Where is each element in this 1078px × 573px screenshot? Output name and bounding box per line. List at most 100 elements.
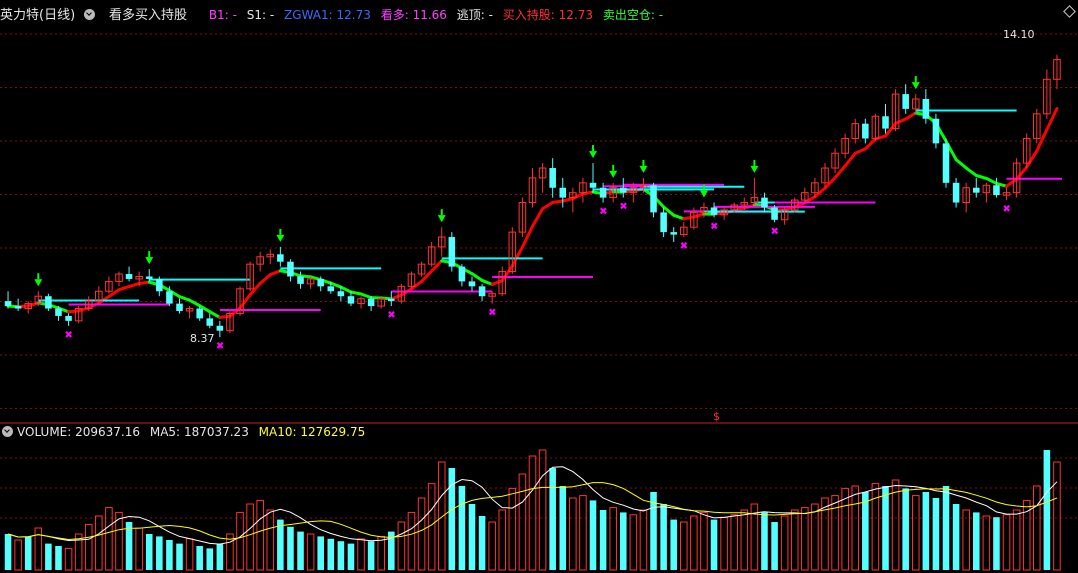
mairu-label: 买入持股: [502,8,555,22]
sell-arrow-icon [911,82,920,90]
candle-body [619,187,627,193]
volume-bar [337,541,345,570]
candle-body [55,308,62,316]
candle-body [902,94,909,109]
volume-bar [902,488,909,570]
volume-bar [417,497,426,571]
volume-bar [1033,485,1041,571]
volume-bar [720,516,728,571]
kline-chart[interactable]: ✖ ✖ ✖ ✖ ✖ ✖ ✖ ✖ ✖ ✖ 14.10 8.37 $ [0,0,1078,573]
volume-bar [498,509,507,571]
candle-body [347,296,355,304]
candle-body [166,291,173,304]
trend-line-segment [551,199,565,204]
volume-bar [730,514,738,571]
volume-bar [740,509,749,571]
volume-bar [710,519,718,570]
buy-cross-icon: ✖ [65,330,73,341]
trend-line-segment [178,295,192,302]
trend-line-segment [1045,107,1059,132]
ma10-value: 127629.75 [300,425,366,439]
volume-bar [4,534,12,570]
volume-bar [216,543,224,570]
dollar-marker: $ [713,410,720,423]
volume-bar [619,512,627,570]
volume-dropdown-icon[interactable] [2,426,13,437]
trend-line-segment [107,288,121,298]
candle-body [176,303,183,311]
candle-body [922,99,930,119]
trend-line-segment [974,173,988,180]
stock-title[interactable]: 英力特(日线) [0,8,75,23]
trend-line-segment [67,309,81,314]
b1-value: - [232,8,237,22]
ma5-label: MA5: [149,425,181,439]
volume-bar [629,514,638,571]
trend-line-segment [672,213,686,221]
sell-arrow-icon [34,279,43,287]
volume-bar [790,509,799,571]
trend-line-segment [500,264,514,283]
volume-ma-lines [7,466,1058,545]
volume-bar [952,504,960,570]
trend-line-segment [1015,165,1029,181]
volume-bar [327,538,335,570]
volume-bar [84,523,93,571]
candle-body [761,197,768,208]
volume-bar [942,486,950,570]
trend-line-segment [853,147,867,155]
volume-bar [549,468,556,570]
trend-line-segment [359,292,373,300]
volume-bar [609,507,617,571]
buy-cross-icon: ✖ [488,308,496,319]
dropdown-circle-icon[interactable] [84,9,96,20]
candle-body [478,286,486,297]
volume-bar [831,495,839,571]
trend-line-segment [218,314,232,319]
ma10-label: MA10: [258,425,297,439]
candle-body [216,325,224,331]
volume-bar [569,497,577,571]
volume-bar [297,531,304,570]
volume-bar [246,503,254,571]
volume-bar [639,509,648,571]
volume-bar [458,486,466,570]
candle-body [589,182,597,188]
trend-line-segment [531,207,545,228]
trend-line-segment [1025,149,1039,169]
volume-label: VOLUME: [17,425,72,439]
high-price-label: 14.10 [1003,28,1035,41]
candle-body [317,278,324,287]
trend-line-segment [682,215,696,221]
volume-bar [488,521,496,571]
candle-body [196,308,203,319]
volume-bar [277,519,284,570]
sell-arrow-icon [589,151,598,159]
volume-bar [982,515,991,571]
indicator-name[interactable]: 看多买入持股 [109,8,187,23]
mairu-value: 12.73 [558,8,594,22]
volume-bar [427,483,436,571]
volume-bar [771,522,778,570]
volume-bar [882,486,889,570]
trend-line-segment [480,278,494,286]
volume-bar [862,492,869,570]
candle-body [670,232,677,235]
trend-line-segment [843,151,857,168]
grid-lines [0,33,1078,519]
volume-bar [367,541,375,570]
volume-bar [589,500,597,570]
volume-bar [528,455,537,571]
sell-arrow-icon [609,170,618,178]
volume-bar [538,449,547,571]
candle-body [952,182,960,203]
volume-bar [932,498,940,570]
volume-bar [851,485,860,571]
kanduo-label: 看多: [380,8,409,22]
volume-bar [811,503,819,571]
volume-bar [347,543,355,570]
volume-bar [125,522,133,570]
volume-bar [185,538,194,571]
candle-body [388,298,395,302]
volume-bar [407,511,416,571]
